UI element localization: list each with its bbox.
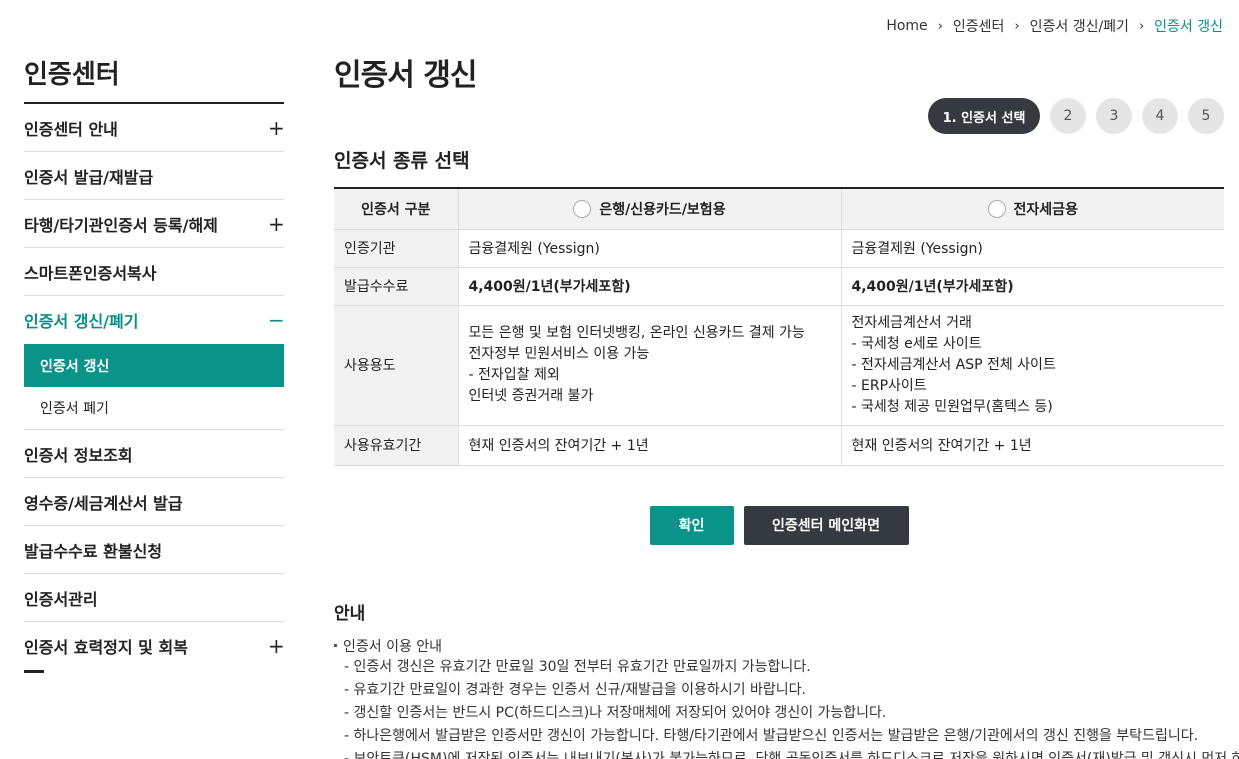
- sidebar-item-suspend[interactable]: 인증서 효력정지 및 회복 +: [24, 622, 285, 670]
- usage-line: - ERP사이트: [851, 377, 927, 394]
- breadcrumb-current: 인증서 갱신: [1154, 19, 1223, 35]
- plus-icon[interactable]: +: [268, 212, 285, 236]
- table-row: 사용유효기간 현재 인증서의 잔여기간 + 1년 현재 인증서의 잔여기간 + …: [334, 425, 1224, 466]
- sidebar-item-label: 영수증/세금계산서 발급: [24, 493, 183, 513]
- sidebar-subitem-renew[interactable]: 인증서 갱신: [24, 344, 284, 387]
- chevron-right-icon: ›: [937, 18, 943, 34]
- step-indicator: 1. 인증서 선택 2 3 4 5: [928, 98, 1224, 134]
- row-label: 사용유효기간: [334, 425, 459, 466]
- sidebar-item-label: 인증서 효력정지 및 회복: [24, 638, 188, 657]
- sidebar-item-label: 인증서관리: [24, 589, 98, 609]
- sidebar-item-label: 발급수수료 환불신청: [24, 541, 163, 561]
- option-e-tax[interactable]: 전자세금용: [840, 188, 1224, 230]
- usage-line: 전자정부 민원서비스 이용 가능: [468, 346, 650, 362]
- sidebar-item-label: 인증서 발급/재발급: [24, 167, 154, 187]
- sidebar-item-label: 인증센터 안내: [24, 119, 118, 139]
- chevron-right-icon: ›: [1014, 18, 1020, 34]
- list-item: - 유효기간 만료일이 경과한 경우는 인증서 신규/재발급을 이용하시기 바랍…: [344, 681, 806, 698]
- sidebar-item-refund[interactable]: 발급수수료 환불신청: [24, 526, 284, 574]
- radio-e-tax[interactable]: [987, 199, 1006, 218]
- sidebar-item-receipt[interactable]: 영수증/세금계산서 발급: [24, 478, 284, 526]
- breadcrumb-renew-revoke[interactable]: 인증서 갱신/폐기: [1030, 16, 1129, 36]
- usage-line: - 전자입찰 제외: [468, 367, 560, 383]
- usage-line: - 전자세금계산서 ASP 전체 사이트: [851, 356, 1056, 373]
- guide-list: - 인증서 갱신은 유효기간 만료일 30일 전부터 유효기간 만료일까지 가능…: [344, 656, 1239, 759]
- list-item: - 인증서 갱신은 유효기간 만료일 30일 전부터 유효기간 만료일까지 가능…: [344, 658, 811, 675]
- table-cell: 4,400원/1년(부가세포함): [458, 267, 841, 306]
- sidebar: 인증센터 인증센터 안내 + 인증서 발급/재발급 타행/타기관인증서 등록/해…: [24, 50, 285, 673]
- row-label: 인증기관: [334, 229, 459, 268]
- plus-icon[interactable]: +: [268, 116, 285, 140]
- sidebar-item-smartphone-copy[interactable]: 스마트폰인증서복사: [24, 248, 284, 296]
- option-label: 은행/신용카드/보험용: [599, 201, 726, 218]
- breadcrumb-cert-center[interactable]: 인증센터: [953, 16, 1005, 36]
- step-4: 4: [1142, 98, 1178, 134]
- list-item: - 보안토큰(HSM)에 저장된 인증서는 내보내기(복사)가 불가능하므로, …: [344, 750, 1239, 759]
- confirm-button[interactable]: 확인: [649, 505, 734, 545]
- table-cell: 현재 인증서의 잔여기간 + 1년: [840, 425, 1224, 466]
- list-item: - 갱신할 인증서는 반드시 PC(하드디스크)나 저장매체에 저장되어 있어야…: [344, 704, 887, 721]
- usage-line: 전자세금계산서 거래: [851, 314, 972, 331]
- guide-heading: 인증서 이용 안내: [334, 636, 1224, 656]
- table-header-label: 인증서 구분: [334, 188, 459, 230]
- option-label: 전자세금용: [1013, 201, 1078, 218]
- section-title: 인증서 종류 선택: [334, 150, 470, 172]
- guide-heading-text: 인증서 이용 안내: [343, 638, 443, 655]
- option-bank-card-insurance[interactable]: 은행/신용카드/보험용: [458, 188, 841, 230]
- step-2: 2: [1050, 98, 1086, 134]
- step-1: 1. 인증서 선택: [928, 98, 1040, 134]
- table-cell: 금융결제원 (Yessign): [458, 229, 841, 268]
- row-label: 발급수수료: [334, 267, 459, 306]
- row-label: 사용용도: [334, 305, 459, 426]
- bullet-icon: [334, 644, 337, 647]
- plus-icon[interactable]: +: [268, 634, 285, 658]
- main-content: 인증서 갱신 1. 인증서 선택 2 3 4 5 인증서 종류 선택 인증서 구…: [334, 50, 1239, 759]
- table-row: 사용용도 모든 은행 및 보험 인터넷뱅킹, 온라인 신용카드 결제 가능 전자…: [334, 305, 1224, 426]
- sidebar-item-label: 타행/타기관인증서 등록/해제: [24, 215, 218, 235]
- table-cell: 금융결제원 (Yessign): [840, 229, 1224, 268]
- sidebar-item-center-guide[interactable]: 인증센터 안내 +: [24, 104, 285, 152]
- radio-bank-card-insurance[interactable]: [573, 199, 592, 218]
- sidebar-title: 인증센터: [24, 50, 284, 104]
- button-group: 확인 인증센터 메인화면: [334, 505, 1224, 545]
- sidebar-item-issue[interactable]: 인증서 발급/재발급: [24, 152, 284, 200]
- table-header-row: 인증서 구분 은행/신용카드/보험용 전자세금용: [334, 188, 1224, 230]
- sidebar-item-management[interactable]: 인증서관리: [24, 574, 284, 622]
- cert-type-table: 인증서 구분 은행/신용카드/보험용 전자세금용 인증기관 금융결제원 (Yes…: [334, 187, 1224, 466]
- sidebar-item-label: 인증서 정보조회: [24, 445, 133, 465]
- breadcrumb: Home › 인증센터 › 인증서 갱신/폐기 › 인증서 갱신: [886, 16, 1223, 36]
- sidebar-item-label: 스마트폰인증서복사: [24, 263, 157, 283]
- table-row: 인증기관 금융결제원 (Yessign) 금융결제원 (Yessign): [334, 229, 1224, 268]
- table-cell: 4,400원/1년(부가세포함): [840, 267, 1224, 306]
- divider: [24, 670, 44, 673]
- table-cell: 현재 인증서의 잔여기간 + 1년: [458, 425, 841, 466]
- guide-title: 안내: [334, 603, 366, 624]
- table-row: 발급수수료 4,400원/1년(부가세포함) 4,400원/1년(부가세포함): [334, 267, 1224, 306]
- cert-center-main-button[interactable]: 인증센터 메인화면: [743, 505, 909, 545]
- chevron-right-icon: ›: [1138, 18, 1145, 34]
- list-item: - 하나은행에서 발급받은 인증서만 갱신이 가능합니다. 타행/타기관에서 발…: [344, 727, 1199, 744]
- sidebar-item-info-lookup[interactable]: 인증서 정보조회: [24, 430, 284, 478]
- sidebar-item-other-bank[interactable]: 타행/타기관인증서 등록/해제 +: [24, 200, 285, 248]
- sidebar-item-renew-revoke[interactable]: 인증서 갱신/폐기 −: [24, 296, 285, 344]
- step-3: 3: [1096, 98, 1132, 134]
- page-title: 인증서 갱신: [334, 58, 477, 93]
- minus-icon[interactable]: −: [268, 308, 285, 332]
- usage-line: - 국세청 제공 민원업무(홈텍스 등): [851, 398, 1053, 415]
- step-5: 5: [1188, 98, 1224, 134]
- usage-line: - 국세청 e세로 사이트: [851, 335, 982, 352]
- guide-section: 인증서 이용 안내 - 인증서 갱신은 유효기간 만료일 30일 전부터 유효기…: [334, 636, 1239, 759]
- usage-line: 모든 은행 및 보험 인터넷뱅킹, 온라인 신용카드 결제 가능: [468, 325, 805, 341]
- usage-line: 인터넷 증권거래 불가: [468, 388, 594, 404]
- breadcrumb-home[interactable]: Home: [886, 18, 927, 34]
- sidebar-item-label: 인증서 갱신/폐기: [24, 312, 139, 331]
- table-cell: 전자세금계산서 거래 - 국세청 e세로 사이트 - 전자세금계산서 ASP 전…: [840, 305, 1224, 426]
- sidebar-subitem-revoke[interactable]: 인증서 폐기: [24, 387, 284, 430]
- table-cell: 모든 은행 및 보험 인터넷뱅킹, 온라인 신용카드 결제 가능 전자정부 민원…: [458, 305, 841, 426]
